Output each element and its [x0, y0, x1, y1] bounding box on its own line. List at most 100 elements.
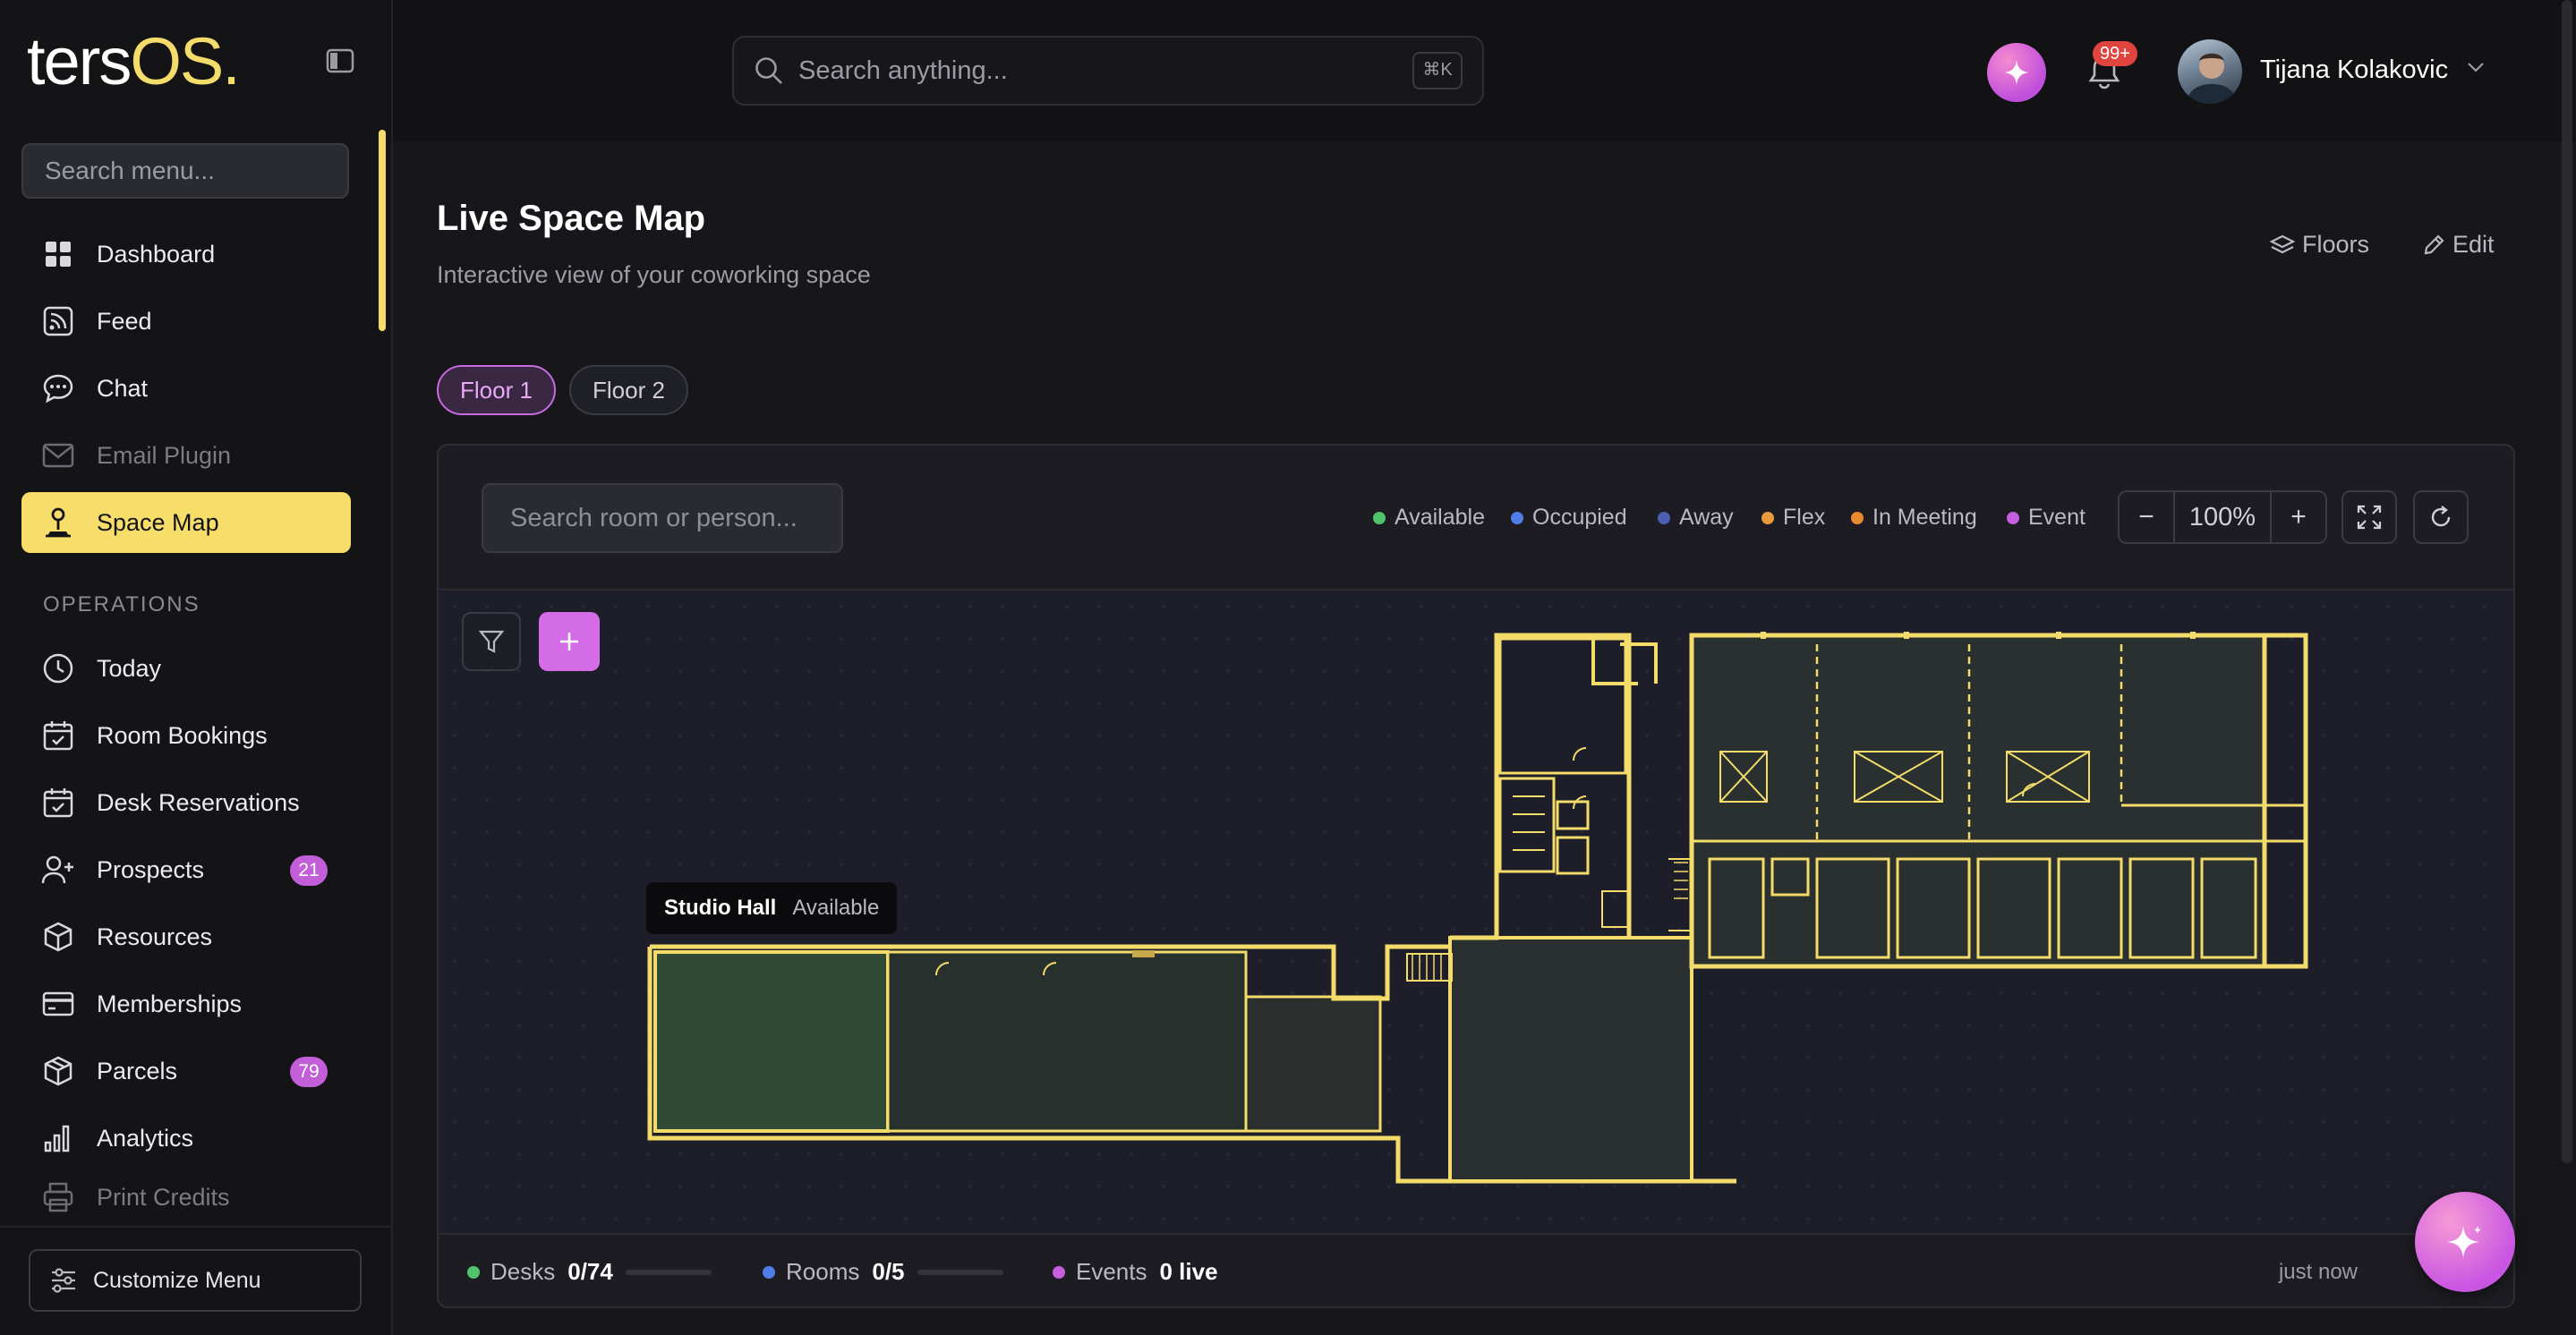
legend-label: Event: [2028, 505, 2086, 530]
legend-dot: [1761, 511, 1774, 524]
legend-dot: [1511, 511, 1523, 524]
person-pin-icon: [39, 504, 77, 541]
search-placeholder: Search anything...: [798, 55, 1008, 85]
stat-progress-bar: [917, 1269, 1003, 1275]
plus-icon: [560, 633, 578, 650]
sidebar-item-parcels[interactable]: Parcels 79: [21, 1041, 351, 1101]
user-name[interactable]: Tijana Kolakovic: [2260, 55, 2448, 85]
sidebar-item-space-map[interactable]: Space Map: [21, 492, 351, 553]
legend-label: Flex: [1783, 505, 1826, 530]
page-subtitle: Interactive view of your coworking space: [437, 261, 871, 288]
space-map-card: Search room or person... Available Occup…: [437, 444, 2515, 1308]
box-icon: [39, 918, 77, 956]
stat-value: 0 live: [1159, 1258, 1218, 1285]
legend-label: Occupied: [1532, 505, 1627, 530]
legend-dot: [1851, 511, 1864, 524]
mail-icon: [39, 437, 77, 474]
stat-label: Events: [1076, 1258, 1147, 1285]
tab-floor-1[interactable]: Floor 1: [437, 365, 556, 415]
edit-button[interactable]: Edit: [2422, 231, 2495, 259]
room-tooltip: Studio Hall Available: [646, 882, 898, 934]
legend-label: Away: [1679, 505, 1734, 530]
legend-label: Available: [1395, 505, 1486, 530]
sidebar-item-label: Desk Reservations: [97, 788, 300, 816]
floors-button[interactable]: Floors: [2270, 231, 2369, 259]
status-dot: [763, 1265, 775, 1279]
customize-menu-button[interactable]: Customize Menu: [29, 1249, 362, 1312]
rss-icon: [39, 302, 77, 340]
legend-dot: [2007, 511, 2019, 524]
expand-icon: [2357, 505, 2382, 530]
grid-icon: [39, 235, 77, 273]
tab-floor-2[interactable]: Floor 2: [569, 365, 688, 415]
sidebar-scrollbar[interactable]: [379, 130, 386, 331]
sidebar-item-label: Prospects: [97, 855, 205, 883]
status-dot: [467, 1265, 480, 1279]
status-dot: [1053, 1265, 1065, 1279]
legend-dot: [1658, 511, 1670, 524]
page-scrollbar[interactable]: [2562, 0, 2572, 1163]
fullscreen-button[interactable]: [2341, 490, 2397, 544]
sidebar-item-label: Memberships: [97, 990, 243, 1017]
map-toolbar: Search room or person... Available Occup…: [439, 446, 2513, 591]
sidebar-divider: [0, 1226, 391, 1228]
avatar[interactable]: [2178, 39, 2242, 104]
sidebar-item-analytics[interactable]: Analytics: [21, 1108, 351, 1169]
app-logo[interactable]: tersOS.: [27, 23, 241, 99]
sidebar-item-dashboard[interactable]: Dashboard: [21, 224, 351, 285]
sidebar-item-label: Room Bookings: [97, 721, 268, 749]
legend-event: Event: [2007, 505, 2086, 531]
filter-button[interactable]: [462, 612, 521, 671]
zoom-control: − 100% +: [2118, 490, 2327, 544]
parcels-count-badge: 79: [290, 1057, 328, 1087]
floorplan-canvas[interactable]: Studio Hall Available: [439, 591, 2513, 1233]
clock-icon: [39, 650, 77, 687]
chevron-down-icon[interactable]: [2467, 61, 2485, 73]
sidebar-item-memberships[interactable]: Memberships: [21, 974, 351, 1034]
add-button[interactable]: [539, 612, 600, 671]
top-bar: [393, 0, 2576, 141]
card-icon: [39, 985, 77, 1023]
stat-events: Events 0 live: [1053, 1258, 1218, 1286]
sidebar-item-feed[interactable]: Feed: [21, 291, 351, 352]
room-west-hall: [886, 950, 1248, 1133]
search-shortcut-badge: ⌘K: [1412, 52, 1463, 89]
sidebar-item-label: Dashboard: [97, 240, 216, 268]
sidebar-item-chat[interactable]: Chat: [21, 358, 351, 419]
sidebar-item-print-credits[interactable]: Print Credits: [21, 1175, 351, 1220]
customize-menu-label: Customize Menu: [93, 1267, 261, 1293]
edit-button-label: Edit: [2452, 231, 2495, 258]
sidebar-item-label: Parcels: [97, 1057, 178, 1084]
room-central-core: [1448, 936, 1693, 1183]
chat-icon: [39, 370, 77, 407]
room-studio-hall: [653, 950, 890, 1133]
notifications-badge: 99+: [2093, 41, 2137, 66]
printer-icon: [39, 1178, 77, 1216]
sidebar-item-label: Email Plugin: [97, 441, 232, 469]
sidebar-collapse-icon[interactable]: [326, 48, 354, 73]
sparkle-icon: [2447, 1226, 2481, 1258]
sidebar-item-room-bookings[interactable]: Room Bookings: [21, 705, 351, 766]
sidebar-item-label: Feed: [97, 307, 152, 335]
sidebar-item-prospects[interactable]: Prospects 21: [21, 839, 351, 900]
sidebar-item-today[interactable]: Today: [21, 638, 351, 699]
sidebar-item-resources[interactable]: Resources: [21, 906, 351, 967]
zoom-in-button[interactable]: +: [2272, 492, 2325, 542]
sidebar-item-desk-reservations[interactable]: Desk Reservations: [21, 772, 351, 833]
stat-rooms: Rooms 0/5: [763, 1258, 1003, 1286]
calendar-check-icon: [39, 717, 77, 754]
legend-flex: Flex: [1761, 505, 1825, 531]
sidebar-item-label: Today: [97, 654, 162, 682]
refresh-button[interactable]: [2413, 490, 2469, 544]
tooltip-room-name: Studio Hall: [664, 896, 777, 920]
search-icon: [754, 55, 784, 86]
sidebar-item-label: Resources: [97, 923, 213, 950]
zoom-out-button[interactable]: −: [2120, 492, 2173, 542]
room-search-input[interactable]: Search room or person...: [482, 483, 843, 553]
logo-text: ters: [27, 24, 132, 98]
global-search-input[interactable]: Search anything... ⌘K: [732, 36, 1484, 106]
ai-chat-fab[interactable]: [2415, 1192, 2515, 1292]
menu-search-input[interactable]: Search menu...: [21, 143, 349, 199]
ai-assistant-button[interactable]: [1987, 43, 2046, 102]
sidebar-item-email-plugin[interactable]: Email Plugin: [21, 425, 351, 486]
